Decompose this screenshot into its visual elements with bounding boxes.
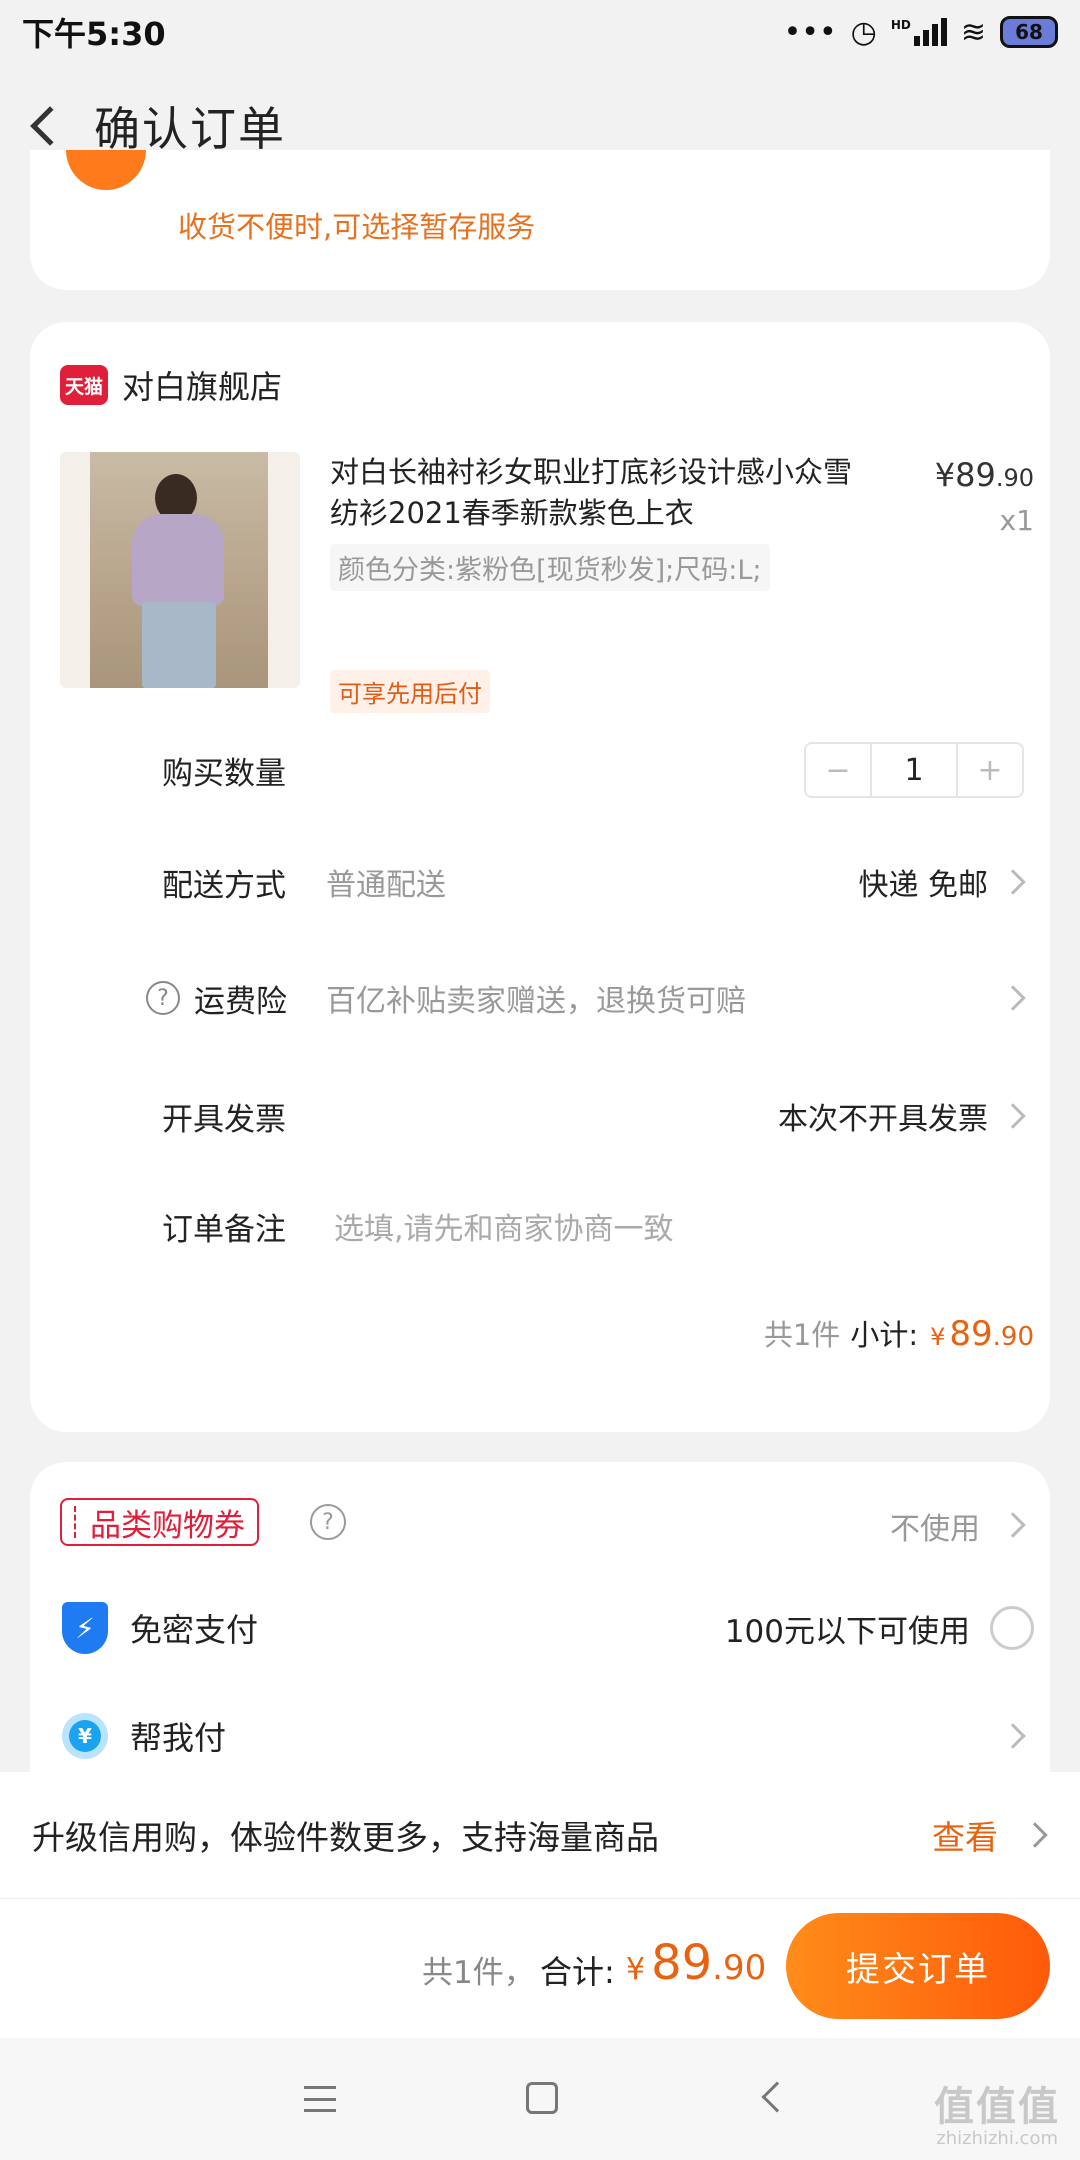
quantity-value[interactable]: 1 (870, 744, 958, 796)
price-decimal: .90 (995, 464, 1034, 492)
total-label: 合计: (540, 1953, 615, 1991)
quantity-stepper[interactable]: − 1 + (804, 742, 1024, 798)
watermark-url: zhizhizhi.com (936, 2128, 1058, 2149)
chevron-right-icon (1000, 985, 1026, 1011)
subtotal-yen: ¥ (930, 1323, 946, 1351)
storage-service-notice[interactable]: 收货不便时,可选择暂存服务 (178, 204, 535, 246)
quantity-row: 购买数量 − 1 + (30, 730, 1050, 810)
total-dec: .90 (712, 1948, 767, 1988)
delivery-label: 配送方式 (162, 867, 286, 904)
credit-banner[interactable]: 升级信用购，体验件数更多，支持海量商品 查看 (0, 1772, 1080, 1898)
insurance-hint: 百亿补贴卖家赠送，退换货可赔 (326, 984, 746, 1019)
payment-card: 品类购物券 ? 不使用 ⚡ 免密支付 100元以下可使用 ¥ 帮我付 (30, 1462, 1050, 1782)
delivery-hint: 普通配送 (326, 868, 446, 903)
coin-icon: ¥ (62, 1713, 108, 1759)
subtotal-int: 89 (949, 1314, 993, 1354)
hd-label: HD (890, 18, 911, 32)
status-time: 下午5:30 (22, 15, 166, 53)
battery-icon: 68 (1000, 16, 1058, 48)
view-link[interactable]: 查看 (932, 1811, 998, 1859)
pay-later-tag: 可享先用后付 (330, 670, 490, 713)
system-nav-bar: 值值值 zhizhizhi.com (0, 2038, 1080, 2160)
invoice-row[interactable]: 开具发票 本次不开具发票 (30, 1076, 1050, 1156)
decrement-button[interactable]: − (806, 744, 870, 796)
status-icons: ••• ◷ HD ≋ 68 (784, 15, 1058, 50)
product-image[interactable] (60, 452, 300, 688)
subtotal-count: 共1件 (763, 1318, 841, 1352)
credit-text: 升级信用购，体验件数更多，支持海量商品 (32, 1818, 659, 1857)
price-symbol: ¥ (934, 456, 956, 494)
chevron-right-icon (1000, 1723, 1026, 1749)
note-label: 订单备注 (162, 1211, 286, 1248)
question-icon[interactable]: ? (310, 1504, 346, 1540)
question-icon[interactable]: ? (146, 981, 180, 1015)
signal-icon: HD (891, 18, 947, 46)
subtotal: 共1件 小计: ¥89.90 (764, 1312, 1034, 1354)
insurance-row[interactable]: ? 运费险 百亿补贴卖家赠送，退换货可赔 (30, 958, 1050, 1038)
delivery-value: 快递 免邮 (858, 868, 988, 903)
back-arrow-icon[interactable] (30, 106, 70, 146)
status-bar: 下午5:30 ••• ◷ HD ≋ 68 (0, 0, 1080, 64)
password-free-label: 免密支付 (130, 1611, 259, 1649)
total-price: ¥89.90 (626, 1935, 766, 1991)
chevron-right-icon[interactable] (1022, 1822, 1048, 1848)
insurance-label: 运费险 (194, 983, 287, 1020)
coupon-badge: 品类购物券 (60, 1498, 259, 1546)
submit-order-button[interactable]: 提交订单 (786, 1913, 1050, 2019)
password-free-row: ⚡ 免密支付 100元以下可使用 (30, 1588, 1050, 1668)
wifi-icon: ≋ (960, 14, 986, 50)
total-yen: ¥ (626, 1952, 646, 1987)
shop-row[interactable]: 天猫 对白旗舰店 (60, 362, 282, 408)
back-icon[interactable] (761, 2081, 793, 2113)
note-field[interactable]: 选填,请先和商家协商一致 (334, 1204, 674, 1248)
subtotal-dec: .90 (992, 1322, 1034, 1352)
total-count: 共1件， (422, 1955, 535, 1991)
help-pay-label: 帮我付 (130, 1719, 227, 1757)
product-title[interactable]: 对白长袖衬衫女职业打底衫设计感小众雪纺衫2021春季新款紫色上衣 (330, 452, 870, 534)
total-int: 89 (651, 1935, 713, 1991)
invoice-label: 开具发票 (162, 1101, 286, 1138)
location-icon (66, 150, 146, 190)
subtotal-label: 小计: (850, 1318, 919, 1352)
password-free-value: 100元以下可使用 (724, 1613, 970, 1650)
coupon-value[interactable]: 不使用 (890, 1504, 980, 1548)
home-icon[interactable] (526, 2082, 558, 2114)
address-card[interactable]: 收货不便时,可选择暂存服务 (30, 150, 1050, 290)
menu-icon[interactable] (304, 2086, 336, 2112)
tmall-logo-icon: 天猫 (60, 365, 108, 405)
shop-name[interactable]: 对白旗舰店 (122, 362, 282, 408)
subtotal-price: ¥89.90 (930, 1314, 1034, 1354)
invoice-value: 本次不开具发票 (778, 1102, 988, 1137)
watermark: 值值值 (934, 2084, 1060, 2130)
quantity-label: 购买数量 (162, 755, 286, 792)
yen-icon: ¥ (69, 1720, 101, 1752)
product-price: ¥89.90 (935, 456, 1034, 494)
bottom-bar: 共1件， 合计: ¥89.90 提交订单 (0, 1898, 1080, 2038)
chevron-right-icon (1000, 869, 1026, 895)
increment-button[interactable]: + (958, 744, 1022, 796)
shield-icon: ⚡ (62, 1602, 108, 1654)
alarm-icon: ◷ (850, 14, 877, 50)
more-dots-icon: ••• (783, 14, 837, 50)
note-row: 订单备注 选填,请先和商家协商一致 (30, 1186, 1050, 1266)
price-int: 89 (955, 456, 996, 494)
chevron-right-icon (1000, 1103, 1026, 1129)
chevron-right-icon[interactable] (1000, 1512, 1026, 1538)
order-card: 天猫 对白旗舰店 对白长袖衬衫女职业打底衫设计感小众雪纺衫2021春季新款紫色上… (30, 322, 1050, 1432)
product-quantity: x1 (999, 504, 1034, 537)
sku-tag[interactable]: 颜色分类:紫粉色[现货秒发];尺码:L; (330, 544, 770, 591)
help-pay-row[interactable]: ¥ 帮我付 (30, 1696, 1050, 1776)
delivery-row[interactable]: 配送方式 普通配送 快递 免邮 (30, 842, 1050, 922)
password-free-radio[interactable] (990, 1606, 1034, 1650)
